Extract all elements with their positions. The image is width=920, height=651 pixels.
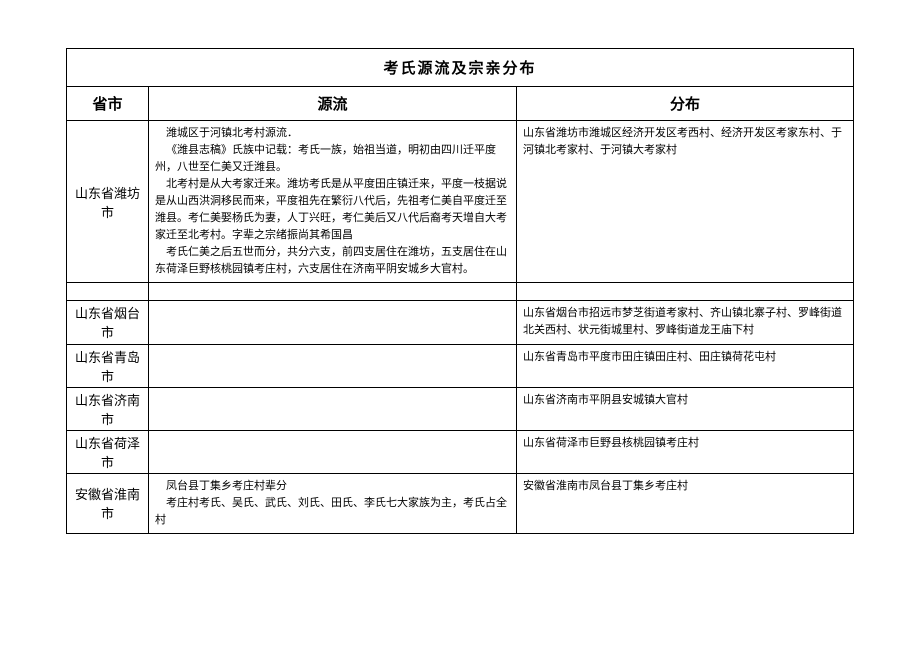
source-paragraph: 北考村是从大考家迁来。潍坊考氏是从平度田庄镇迁来，平度一枝据说是从山西洪洞移民而… <box>155 176 510 244</box>
province-cell: 山东省青岛市 <box>67 344 149 387</box>
table-row: 山东省济南市 山东省济南市平阴县安城镇大官村 <box>67 387 854 430</box>
province-cell: 安徽省淮南市 <box>67 473 149 533</box>
header-row: 省市 源流 分布 <box>67 87 854 121</box>
source-cell <box>149 283 517 301</box>
source-cell <box>149 301 517 344</box>
table-row: 安徽省淮南市凤台县丁集乡考庄村辈分考庄村考氏、吴氏、武氏、刘氏、田氏、李氏七大家… <box>67 473 854 533</box>
distribution-cell: 安徽省淮南市凤台县丁集乡考庄村 <box>517 473 854 533</box>
distribution-cell: 山东省荷泽市巨野县核桃园镇考庄村 <box>517 430 854 473</box>
source-paragraph: 《潍县志稿》氏族中记载：考氏一族，始祖当道，明初由四川迁平度州，八世至仁美又迁潍… <box>155 142 510 176</box>
source-cell: 凤台县丁集乡考庄村辈分考庄村考氏、吴氏、武氏、刘氏、田氏、李氏七大家族为主，考氏… <box>149 473 517 533</box>
table-row <box>67 283 854 301</box>
province-cell: 山东省荷泽市 <box>67 430 149 473</box>
table-title: 考氏源流及宗亲分布 <box>67 49 854 87</box>
distribution-cell <box>517 283 854 301</box>
province-cell: 山东省潍坊市 <box>67 121 149 283</box>
source-cell <box>149 430 517 473</box>
distribution-cell: 山东省青岛市平度市田庄镇田庄村、田庄镇荷花屯村 <box>517 344 854 387</box>
source-cell: 潍城区于河镇北考村源流．《潍县志稿》氏族中记载：考氏一族，始祖当道，明初由四川迁… <box>149 121 517 283</box>
source-cell <box>149 344 517 387</box>
source-paragraph: 考庄村考氏、吴氏、武氏、刘氏、田氏、李氏七大家族为主，考氏占全村 <box>155 495 510 529</box>
table-row: 山东省青岛市 山东省青岛市平度市田庄镇田庄村、田庄镇荷花屯村 <box>67 344 854 387</box>
header-source: 源流 <box>149 87 517 121</box>
header-province: 省市 <box>67 87 149 121</box>
province-cell <box>67 283 149 301</box>
source-paragraph: 潍城区于河镇北考村源流． <box>155 125 510 142</box>
source-paragraph: 凤台县丁集乡考庄村辈分 <box>155 478 510 495</box>
table-row: 山东省潍坊市潍城区于河镇北考村源流．《潍县志稿》氏族中记载：考氏一族，始祖当道，… <box>67 121 854 283</box>
distribution-cell: 山东省济南市平阴县安城镇大官村 <box>517 387 854 430</box>
distribution-cell: 山东省潍坊市潍城区经济开发区考西村、经济开发区考家东村、于河镇北考家村、于河镇大… <box>517 121 854 283</box>
header-distribution: 分布 <box>517 87 854 121</box>
source-paragraph: 考氏仁美之后五世而分，共分六支，前四支居住在潍坊，五支居住在山东荷泽巨野核桃园镇… <box>155 244 510 278</box>
province-cell: 山东省烟台市 <box>67 301 149 344</box>
table-row: 山东省荷泽市 山东省荷泽市巨野县核桃园镇考庄村 <box>67 430 854 473</box>
table-row: 山东省烟台市 山东省烟台市招远市梦芝街道考家村、齐山镇北寨子村、罗峰街道北关西村、… <box>67 301 854 344</box>
source-cell <box>149 387 517 430</box>
distribution-cell: 山东省烟台市招远市梦芝街道考家村、齐山镇北寨子村、罗峰街道北关西村、状元街城里村… <box>517 301 854 344</box>
genealogy-table: 考氏源流及宗亲分布 省市 源流 分布 山东省潍坊市潍城区于河镇北考村源流．《潍县… <box>66 48 854 534</box>
province-cell: 山东省济南市 <box>67 387 149 430</box>
title-row: 考氏源流及宗亲分布 <box>67 49 854 87</box>
